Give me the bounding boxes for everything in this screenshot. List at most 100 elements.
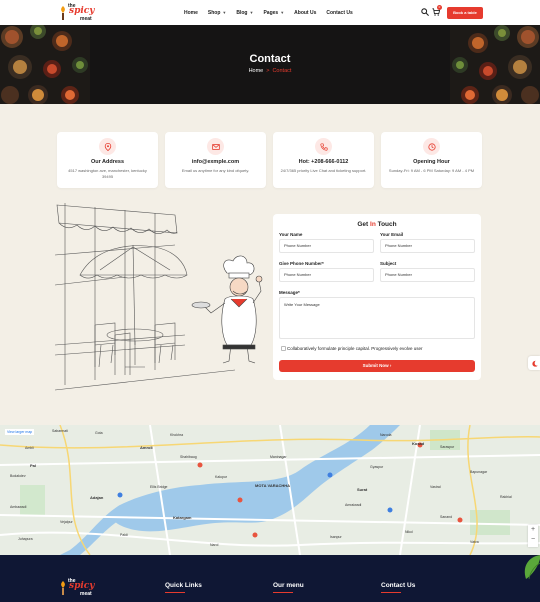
agree-checkbox-label: Collaboratively formulate principle capi… [287, 346, 423, 351]
name-label: Your Name [279, 232, 303, 237]
chevron-down-icon: ▼ [280, 10, 285, 15]
nav-pages-label: Pages [263, 9, 279, 16]
footer-quick-links-heading: Quick Links [165, 582, 202, 589]
torch-icon [61, 6, 65, 20]
map-place-label: Kalupur [215, 475, 228, 479]
location-icon [104, 142, 111, 151]
breadcrumb-home[interactable]: Home [249, 68, 264, 74]
map-place-label: Maninagar [270, 455, 287, 459]
map-area-label: Pal [30, 463, 37, 468]
map-place-label: Ellis Bridge [150, 485, 168, 489]
breadcrumb-separator: > [266, 68, 270, 74]
phone-icon [319, 142, 328, 151]
email-icon-wrap [207, 138, 224, 155]
nav-about[interactable]: About Us [294, 10, 316, 16]
phone-card: Hot: +208-666-0112 24/7/365 priority Liv… [273, 132, 374, 188]
email-label: Your Email [380, 232, 404, 237]
address-icon-wrap [99, 138, 116, 155]
map-place-label: Sabarmati [52, 429, 68, 433]
breadcrumb-current: Contact [272, 68, 292, 74]
footer-logo[interactable]: the spicy meat [58, 577, 98, 599]
message-label: Message* [279, 290, 300, 295]
map-place-label: Ambli [25, 446, 34, 450]
map-place-label: Gota [95, 431, 103, 435]
map-place-label: Vastral [430, 485, 441, 489]
map-place-label: Vejalpur [60, 520, 73, 524]
footer-heading-underline [165, 592, 185, 593]
arrow-right-icon: › [389, 363, 392, 368]
phone-input[interactable]: Phone Number [279, 268, 374, 282]
location-map[interactable]: View larger map Sabarmati Gota Ambli Bod… [0, 425, 540, 555]
map-place-label: Nikol [405, 530, 413, 534]
agree-checkbox[interactable] [281, 346, 286, 351]
map-canvas [0, 425, 540, 555]
map-area-label: Adajan [90, 495, 104, 500]
phone-label: Give Phone Number* [279, 261, 324, 266]
contact-form: Get In Touch Your Name Phone Number Your… [273, 214, 481, 380]
dark-mode-toggle[interactable] [528, 356, 540, 370]
submit-button[interactable]: Submit Now › [279, 360, 475, 372]
map-place-label: Bodakdev [10, 474, 26, 478]
logo-meat: meat [80, 16, 92, 22]
form-title-part: Get [357, 221, 371, 228]
footer-contact-heading: Contact Us [381, 582, 416, 589]
map-zoom-control[interactable]: + − [528, 525, 538, 547]
nav-contact-label: Contact Us [326, 9, 353, 16]
nav-home[interactable]: Home [184, 10, 198, 16]
message-textarea[interactable]: Write Your Message [279, 297, 475, 339]
map-place-label: Amraiwadi [345, 503, 362, 507]
site-logo[interactable]: the spicy meat [58, 2, 98, 24]
chevron-down-icon: ▼ [249, 10, 254, 15]
main-nav: Home Shop ▼ Blog ▼ Pages ▼ About Us Contact… [184, 0, 353, 25]
leaf-decoration-icon [524, 555, 540, 580]
footer-heading-underline [381, 592, 401, 593]
breadcrumb: Home > Contact [0, 68, 540, 74]
hours-card: Opening Hour Sunday-Fri: 9 AM - 6 PM Sat… [381, 132, 482, 188]
zoom-out-button[interactable]: − [528, 535, 538, 545]
map-place-label: Saraspur [440, 445, 455, 449]
nav-shop-label: Shop [207, 9, 221, 16]
nav-about-label: About Us [294, 9, 317, 16]
search-icon[interactable] [421, 8, 429, 16]
page-title: Contact [249, 53, 291, 65]
email-card: info@exmple.com Email us anytime for any… [165, 132, 266, 188]
nav-blog-label: Blog [236, 9, 248, 16]
name-input[interactable]: Phone Number [279, 239, 374, 253]
view-larger-map-link[interactable]: View larger map [5, 429, 35, 435]
map-area-label: Surat [357, 487, 368, 492]
email-input[interactable]: Phone Number [380, 239, 475, 253]
form-title: Get In Touch [273, 221, 481, 228]
map-place-label: Isanpur [330, 535, 342, 539]
nav-contact[interactable]: Contact Us [326, 10, 352, 16]
zoom-in-button[interactable]: + [528, 525, 538, 535]
subject-label: Subject [380, 261, 397, 266]
chevron-down-icon: ▼ [222, 10, 227, 15]
subject-input[interactable]: Phone Number [380, 268, 475, 282]
card-desc: Email us anytime for any kind ofquety. [181, 168, 250, 173]
card-title[interactable]: Hot: +208-666-0112 [273, 159, 374, 165]
nav-blog[interactable]: Blog ▼ [236, 10, 253, 16]
nav-pages[interactable]: Pages ▼ [263, 10, 284, 16]
clock-icon [427, 142, 436, 151]
book-table-button[interactable]: Book a table [447, 7, 483, 19]
card-desc: 4517 washington ave, manchester, kentuck… [68, 168, 147, 179]
hours-icon-wrap [423, 138, 440, 155]
torch-icon [61, 581, 65, 595]
moon-icon [531, 360, 538, 367]
map-place-label: Narol [210, 543, 219, 547]
map-place-label: Naroda [380, 433, 392, 437]
nav-home-label: Home [184, 9, 198, 16]
nav-shop[interactable]: Shop ▼ [208, 10, 226, 16]
map-area-label: Katargam [173, 515, 192, 520]
map-place-label: Ambawadi [10, 505, 27, 509]
map-place-label: Khokhra [170, 433, 184, 437]
card-title: Our Address [90, 159, 125, 165]
mail-icon [211, 143, 220, 150]
phone-icon-wrap [315, 138, 332, 155]
footer-heading-underline [273, 592, 293, 593]
form-title-part: Touch [375, 221, 397, 228]
card-title[interactable]: info@exmple.com [165, 159, 266, 165]
card-desc: Sunday-Fri: 9 AM - 6 PM Saturday: 9 AM -… [388, 168, 475, 173]
map-place-label: Juhapura [18, 537, 33, 541]
cart-count-badge: 0 [437, 5, 442, 10]
